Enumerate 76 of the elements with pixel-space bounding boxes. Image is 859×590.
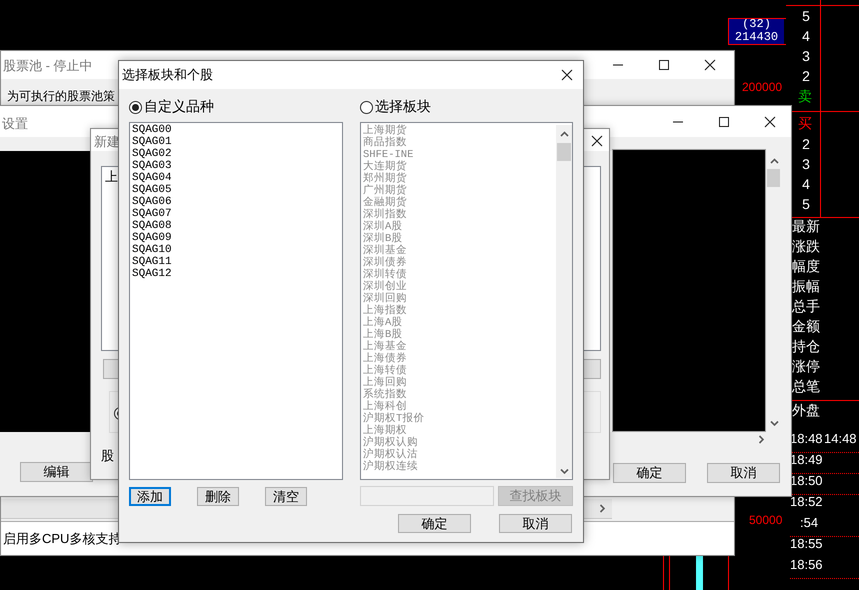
sell-label: 卖 <box>797 88 813 106</box>
price-level: 5 <box>801 196 811 212</box>
dialog-button[interactable]: 编辑 <box>20 462 93 482</box>
close-icon[interactable] <box>704 59 716 71</box>
scroll-up-icon[interactable] <box>770 157 779 166</box>
list-item[interactable]: SQAG12 <box>132 268 340 280</box>
quote-field-label: 涨跌 <box>792 238 820 256</box>
quote-field-label: 金额 <box>792 318 820 336</box>
dialog-button[interactable]: 取消 <box>499 514 572 533</box>
window-title: 新建 <box>94 133 120 151</box>
tick-time: 18:48 <box>790 431 823 446</box>
list-item[interactable]: SQAG04 <box>132 172 340 184</box>
quote-field-label: 幅度 <box>792 258 820 276</box>
list-button[interactable]: 清空 <box>265 486 307 506</box>
list-item[interactable]: 上 <box>105 168 118 186</box>
dialog-button[interactable]: 取消 <box>707 463 780 483</box>
field-label: 股 <box>101 447 114 465</box>
quote-field-label: 持仓 <box>792 338 820 356</box>
price-level: 4 <box>801 176 811 192</box>
window-title: 股票池 - 停止中 <box>3 57 93 75</box>
list-item[interactable]: SQAG05 <box>132 184 340 196</box>
quote-field-label: 总笔 <box>792 378 820 396</box>
quote-volume: 214430 <box>734 31 780 44</box>
dialog-title: 选择板块和个股 <box>122 66 213 84</box>
quote-field-label: 外盘 <box>792 402 820 420</box>
price-level: 3 <box>801 156 811 172</box>
scroll-thumb[interactable] <box>767 169 780 187</box>
buy-label: 买 <box>797 115 813 133</box>
close-icon[interactable] <box>561 69 573 81</box>
radio-button[interactable] <box>360 100 373 114</box>
list-item[interactable]: SQAG08 <box>132 220 340 232</box>
price-level: 4 <box>801 28 811 44</box>
list-item[interactable]: SQAG00 <box>132 124 340 136</box>
close-icon[interactable] <box>591 135 603 147</box>
radio-button[interactable] <box>129 100 142 114</box>
description-text: 为可执行的股票池策 <box>7 88 115 105</box>
quote-field-label: 振幅 <box>792 278 820 296</box>
tick-time: 18:52 <box>790 494 823 509</box>
tick-time: 18:56 <box>790 557 823 572</box>
list-item[interactable]: SQAG11 <box>132 256 340 268</box>
window-title: 设置 <box>2 115 28 133</box>
quote-field-label: 涨停 <box>792 358 820 376</box>
price-level: 5 <box>801 8 811 24</box>
tick-time: 18:49 <box>790 452 823 467</box>
volume-bar <box>696 553 703 590</box>
tick-time: 18:55 <box>790 536 823 551</box>
list-item[interactable]: SQAG06 <box>132 196 340 208</box>
maximize-icon[interactable] <box>658 59 670 71</box>
maximize-icon[interactable] <box>718 116 730 128</box>
scroll-right-icon[interactable] <box>598 504 607 513</box>
list-button[interactable]: 添加 <box>129 486 171 506</box>
list-item[interactable]: SQAG01 <box>132 136 340 148</box>
tick-time: 14:48 <box>824 431 857 446</box>
list-item[interactable]: SQAG09 <box>132 232 340 244</box>
dialog-button[interactable]: 确定 <box>398 514 471 533</box>
close-icon[interactable] <box>764 116 776 128</box>
dialog-button[interactable]: 确定 <box>613 463 686 483</box>
quote-count: (32) <box>741 18 772 31</box>
quote-field-label: 总手 <box>792 298 820 316</box>
price-level: 3 <box>801 48 811 64</box>
price-level: 2 <box>801 68 811 84</box>
scroll-right-icon[interactable] <box>757 435 766 444</box>
volume-label: 50000 <box>749 513 782 527</box>
price-level: 2 <box>801 136 811 152</box>
option-label[interactable]: 自定义品种 <box>144 98 214 116</box>
option-label[interactable]: 选择板块 <box>375 98 431 116</box>
quote-field-label: 最新 <box>792 218 820 236</box>
volume-label: 200000 <box>742 80 782 94</box>
list-item[interactable]: SQAG02 <box>132 148 340 160</box>
tick-time: 18:50 <box>790 473 823 488</box>
list-item[interactable]: SQAG07 <box>132 208 340 220</box>
tick-time: :54 <box>800 515 818 530</box>
list-item[interactable]: SQAG10 <box>132 244 340 256</box>
list-item[interactable]: SQAG03 <box>132 160 340 172</box>
list-button[interactable]: 删除 <box>197 486 239 506</box>
scroll-down-icon[interactable] <box>770 419 779 428</box>
